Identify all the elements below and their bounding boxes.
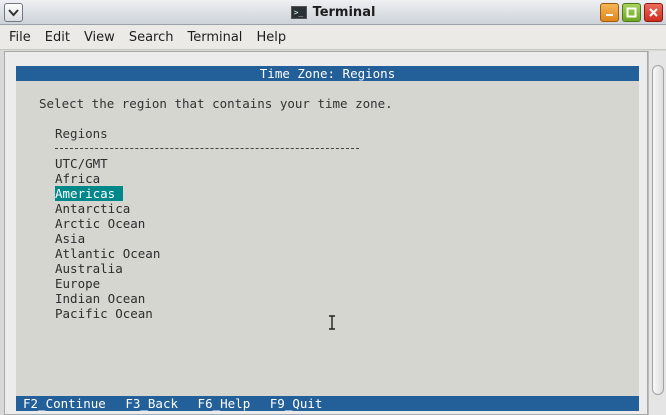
region-label: Indian Ocean bbox=[55, 291, 146, 306]
scrollbar-thumb[interactable] bbox=[652, 65, 664, 395]
list-item[interactable]: Europe bbox=[55, 276, 160, 291]
function-key-bar: F2_Continue F3_Back F6_Help F9_Quit bbox=[16, 396, 639, 411]
menu-edit[interactable]: Edit bbox=[45, 30, 70, 45]
vertical-scrollbar[interactable] bbox=[648, 51, 666, 415]
menu-file[interactable]: File bbox=[9, 30, 31, 45]
divider bbox=[55, 148, 359, 149]
f6-help-key[interactable]: F6_Help bbox=[198, 396, 251, 411]
list-item[interactable]: Atlantic Ocean bbox=[55, 246, 160, 261]
menu-bar: File Edit View Search Terminal Help bbox=[0, 25, 666, 50]
region-label: Europe bbox=[55, 276, 101, 291]
region-list: UTC/GMT Africa Americas Antarctica Arcti… bbox=[55, 156, 160, 321]
region-label: UTC/GMT bbox=[55, 156, 108, 171]
screen-title: Time Zone: Regions bbox=[16, 66, 639, 81]
list-item[interactable]: Arctic Ocean bbox=[55, 216, 160, 231]
list-item[interactable]: UTC/GMT bbox=[55, 156, 160, 171]
menu-search[interactable]: Search bbox=[129, 30, 174, 45]
list-item[interactable]: Africa bbox=[55, 171, 160, 186]
region-label: Americas bbox=[55, 186, 124, 201]
text-cursor-icon bbox=[329, 315, 335, 330]
menu-view[interactable]: View bbox=[84, 30, 115, 45]
list-item[interactable]: Asia bbox=[55, 231, 160, 246]
maximize-icon[interactable] bbox=[622, 3, 641, 22]
window-title: Terminal bbox=[312, 5, 376, 20]
f2-continue-key[interactable]: F2_Continue bbox=[23, 396, 106, 411]
list-item[interactable]: Pacific Ocean bbox=[55, 306, 160, 321]
terminal-icon: >_ bbox=[290, 6, 307, 19]
region-label: Arctic Ocean bbox=[55, 216, 146, 231]
region-label: Pacific Ocean bbox=[55, 306, 153, 321]
close-icon[interactable] bbox=[644, 3, 663, 22]
menu-help[interactable]: Help bbox=[256, 30, 286, 45]
list-item[interactable]: Antarctica bbox=[55, 201, 160, 216]
menu-terminal[interactable]: Terminal bbox=[187, 30, 242, 45]
region-label: Australia bbox=[55, 261, 123, 276]
list-item[interactable]: Indian Ocean bbox=[55, 291, 160, 306]
region-label: Atlantic Ocean bbox=[55, 246, 161, 261]
instruction-text: Select the region that contains your tim… bbox=[39, 96, 393, 111]
region-label: Antarctica bbox=[55, 201, 131, 216]
f3-back-key[interactable]: F3_Back bbox=[125, 396, 178, 411]
minimize-icon[interactable] bbox=[600, 3, 619, 22]
window-titlebar: >_ Terminal bbox=[0, 0, 666, 25]
list-item-selected[interactable]: Americas bbox=[55, 186, 160, 201]
regions-heading: Regions bbox=[55, 126, 108, 141]
region-label: Africa bbox=[55, 171, 101, 186]
list-item[interactable]: Australia bbox=[55, 261, 160, 276]
f9-quit-key[interactable]: F9_Quit bbox=[270, 396, 323, 411]
region-label: Asia bbox=[55, 231, 86, 246]
